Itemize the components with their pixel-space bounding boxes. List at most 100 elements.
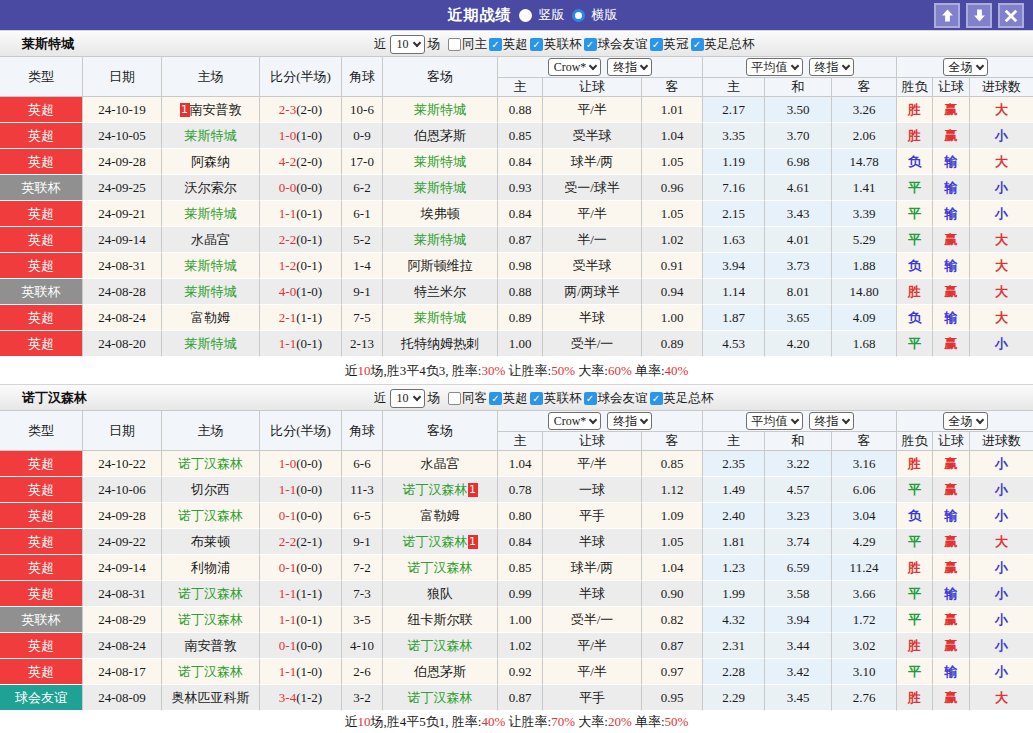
league-3-label[interactable]: 英足总杯 [664, 390, 714, 407]
summary-line: 近10场,胜3平4负3, 胜率:30% 让胜率:50% 大率:60% 单率:40… [0, 357, 1033, 384]
title-group: 近期战绩 竖版 横版 [448, 0, 618, 30]
avg-home: 1.23 [703, 555, 765, 581]
league-0-checkbox[interactable]: ✓ [489, 392, 502, 405]
home-team: 阿森纳 [162, 149, 260, 175]
away-team: 托特纳姆热刺 [383, 331, 498, 357]
subcol-avg-away: 客 [832, 78, 897, 97]
league-3-label[interactable]: 英冠 [664, 36, 689, 53]
league-1-label[interactable]: 英联杯 [544, 390, 582, 407]
score-cell: 1-1(0-0) [260, 477, 342, 503]
score-cell: 1-1(0-1) [260, 331, 342, 357]
move-up-button[interactable] [934, 3, 960, 28]
corners-cell: 10-6 [342, 97, 383, 123]
result-outcome: 胜 [897, 123, 933, 149]
league-2-checkbox[interactable]: ✓ [584, 392, 597, 405]
bookmaker-select[interactable]: Crow* [548, 412, 602, 430]
league-type-badge: 英超 [0, 581, 83, 607]
odds-away: 0.85 [642, 451, 703, 477]
move-down-button[interactable] [966, 3, 992, 28]
match-date: 24-08-17 [83, 659, 162, 685]
result-outcome: 平 [897, 607, 933, 633]
recent-count-select[interactable]: 10 [390, 35, 425, 54]
result-goals: 小 [970, 175, 1033, 201]
recent-count-select[interactable]: 10 [390, 389, 425, 408]
same-venue-label[interactable]: 同客 [462, 390, 487, 407]
radio-vertical-label[interactable]: 竖版 [539, 6, 565, 24]
result-goals: 大 [970, 305, 1033, 331]
radio-horizontal-layout[interactable] [572, 9, 585, 22]
bookmaker-select[interactable]: Crow* [548, 58, 602, 76]
score-cell: 4-0(1-0) [260, 279, 342, 305]
corners-cell: 2-13 [342, 331, 383, 357]
score-cell: 4-2(2-0) [260, 149, 342, 175]
league-3-checkbox[interactable]: ✓ [650, 38, 663, 51]
result-goals: 小 [970, 503, 1033, 529]
same-venue-label[interactable]: 同主 [462, 36, 487, 53]
league-2-label[interactable]: 球会友谊 [598, 36, 648, 53]
odds-time-select[interactable]: 终指 [607, 412, 652, 430]
home-team: 莱斯特城 [162, 123, 260, 149]
radio-horizontal-label[interactable]: 横版 [592, 6, 618, 24]
away-team: 莱斯特城 [383, 149, 498, 175]
close-button[interactable] [998, 3, 1024, 28]
col-corners: 角球 [342, 411, 383, 451]
summary-segment: 20% [608, 714, 632, 730]
recent-count-value: 10 [397, 37, 409, 52]
league-4-checkbox[interactable]: ✓ [691, 38, 704, 51]
league-0-checkbox[interactable]: ✓ [489, 38, 502, 51]
col-score: 比分(半场) [260, 411, 342, 451]
subcol-away-odds: 客 [642, 78, 703, 97]
summary-segment: 让胜率: [505, 362, 551, 380]
home-team: 莱斯特城 [162, 279, 260, 305]
away-team: 诺丁汉森林 [383, 633, 498, 659]
odds-handicap: 平/半 [543, 659, 642, 685]
league-3-checkbox[interactable]: ✓ [650, 392, 663, 405]
corners-cell: 6-5 [342, 503, 383, 529]
result-outcome: 负 [897, 503, 933, 529]
avg-away: 3.26 [832, 97, 897, 123]
subcol-handicap: 让球 [543, 432, 642, 451]
subcol-goals: 进球数 [970, 78, 1033, 97]
score-cell: 1-1(1-1) [260, 581, 342, 607]
avg-time-select[interactable]: 终指 [809, 58, 854, 76]
same-venue-checkbox[interactable] [448, 38, 461, 51]
league-type-badge: 英超 [0, 331, 83, 357]
fulltime-select[interactable]: 全场 [943, 412, 988, 430]
radio-vertical-layout[interactable] [519, 9, 532, 22]
match-date: 24-09-14 [83, 555, 162, 581]
odds-home: 0.87 [498, 685, 543, 711]
away-team: 伯恩茅斯 [383, 659, 498, 685]
league-1-checkbox[interactable]: ✓ [530, 38, 543, 51]
league-2-label[interactable]: 球会友谊 [598, 390, 648, 407]
corners-cell: 6-2 [342, 175, 383, 201]
league-1-checkbox[interactable]: ✓ [530, 392, 543, 405]
league-2-checkbox[interactable]: ✓ [584, 38, 597, 51]
league-type-badge: 英超 [0, 451, 83, 477]
odds-away: 1.01 [642, 97, 703, 123]
window-title: 近期战绩 [448, 6, 512, 25]
odds-home: 0.84 [498, 529, 543, 555]
same-venue-checkbox[interactable] [448, 392, 461, 405]
league-0-label[interactable]: 英超 [503, 390, 528, 407]
odds-home: 0.93 [498, 175, 543, 201]
league-type-badge: 英超 [0, 305, 83, 331]
fulltime-select[interactable]: 全场 [943, 58, 988, 76]
chevron-down-icon [841, 61, 849, 69]
odds-time-select[interactable]: 终指 [607, 58, 652, 76]
chevron-down-icon [975, 415, 983, 423]
result-goals: 小 [970, 477, 1033, 503]
average-select[interactable]: 平均值 [746, 412, 803, 430]
odds-handicap: 受半/一 [543, 607, 642, 633]
odds-handicap: 平/半 [543, 633, 642, 659]
subcol-avg-draw: 和 [765, 78, 832, 97]
down-arrow-icon [973, 9, 986, 22]
league-1-label[interactable]: 英联杯 [544, 36, 582, 53]
avg-time-select[interactable]: 终指 [809, 412, 854, 430]
average-select[interactable]: 平均值 [746, 58, 803, 76]
odds-handicap: 一球 [543, 477, 642, 503]
league-4-label[interactable]: 英足总杯 [705, 36, 755, 53]
league-0-label[interactable]: 英超 [503, 36, 528, 53]
league-type-badge: 英超 [0, 123, 83, 149]
avg-draw: 3.70 [765, 123, 832, 149]
avg-draw: 3.22 [765, 451, 832, 477]
